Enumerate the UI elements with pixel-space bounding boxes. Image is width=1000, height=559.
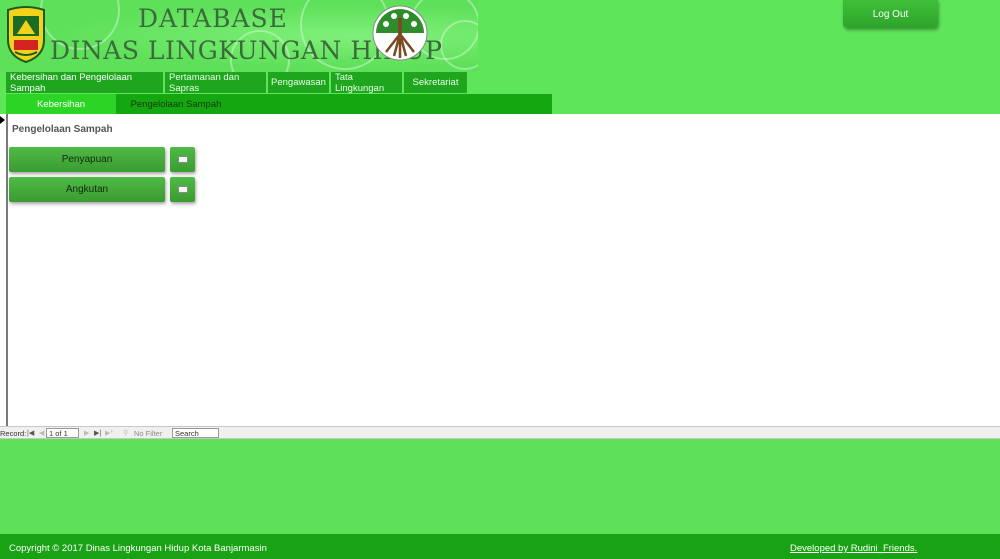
banjarmasin-crest-icon (7, 6, 45, 64)
first-record-icon[interactable]: |◀ (27, 428, 34, 438)
record-selector-icon (0, 116, 5, 124)
logout-button[interactable]: Log Out (843, 0, 938, 28)
previous-record-icon[interactable]: ◀ (39, 428, 44, 438)
angkutan-button[interactable]: Angkutan (9, 177, 165, 202)
last-record-icon[interactable]: ▶| (94, 428, 101, 438)
main-tabs: Kebersihan dan Pengelolaan Sampah Pertam… (6, 72, 469, 94)
tab-kebersihan-pengelolaan-sampah[interactable]: Kebersihan dan Pengelolaan Sampah (6, 72, 163, 94)
new-record-icon[interactable]: ▶* (105, 428, 113, 438)
angkutan-form-button[interactable] (170, 177, 195, 202)
search-input[interactable]: Search (172, 428, 219, 438)
tab-tata-lingkungan[interactable]: Tata Lingkungan (331, 72, 402, 94)
header: DATABASE DINAS LINGKUNGAN HIDUP Log Out … (0, 0, 1000, 114)
header-banner: DATABASE DINAS LINGKUNGAN HIDUP (0, 0, 478, 72)
filter-status[interactable]: No Filter (134, 428, 162, 438)
filter-icon: ⚲ (123, 430, 129, 437)
tree-roots-emblem-icon (372, 5, 428, 61)
current-record-field[interactable]: 1 of 1 (46, 428, 79, 438)
tab-pengawasan[interactable]: Pengawasan (268, 72, 329, 93)
copyright-text: Copyright © 2017 Dinas Lingkungan Hidup … (9, 543, 267, 554)
subtab-pengelolaan-sampah[interactable]: Pengelolaan Sampah (116, 94, 236, 114)
form-area: Pengelolaan Sampah Penyapuan Angkutan (0, 114, 1000, 426)
tab-sekretariat[interactable]: Sekretariat (404, 72, 467, 93)
record-label: Record: (0, 428, 27, 438)
sub-tabs: Kebersihan Pengelolaan Sampah (6, 94, 552, 114)
developer-link[interactable]: Developed by Rudini_Friends. (790, 543, 917, 554)
record-selector-bar (6, 114, 8, 426)
section-title: Pengelolaan Sampah (12, 124, 113, 135)
penyapuan-form-button[interactable] (170, 147, 195, 172)
footer: Copyright © 2017 Dinas Lingkungan Hidup … (0, 534, 1000, 559)
tab-pertamanan-sapras[interactable]: Pertamanan dan Sapras (165, 72, 266, 94)
title-database: DATABASE (138, 4, 288, 33)
form-icon (177, 186, 188, 193)
form-icon (177, 156, 188, 163)
next-record-icon[interactable]: ▶ (84, 428, 89, 438)
penyapuan-button[interactable]: Penyapuan (9, 147, 165, 172)
subtab-kebersihan[interactable]: Kebersihan (6, 94, 116, 114)
record-navigation: Record: |◀ ◀ 1 of 1 ▶ ▶| ▶* ⚲ No Filter … (0, 426, 1000, 439)
